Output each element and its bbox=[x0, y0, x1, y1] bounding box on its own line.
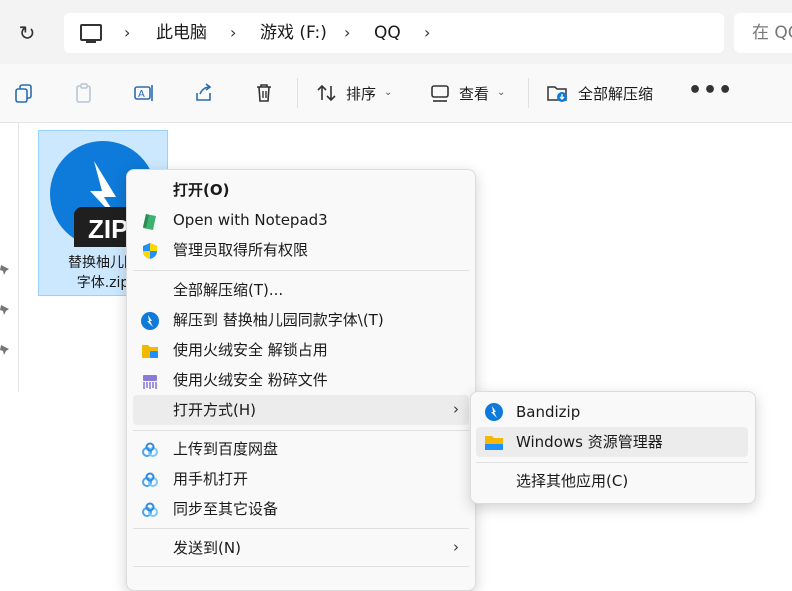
delete-icon[interactable] bbox=[253, 82, 275, 104]
menu-item-label: 同步至其它设备 bbox=[173, 500, 279, 518]
menu-item-label: 管理员取得所有权限 bbox=[173, 241, 309, 259]
extract-all-icon[interactable] bbox=[547, 82, 569, 104]
menu-item-label: 发送到(N) bbox=[173, 539, 241, 557]
chevron-down-icon[interactable]: ⌄ bbox=[384, 64, 392, 122]
menu-item-sync-devices[interactable]: 同步至其它设备 bbox=[133, 494, 469, 524]
command-bar: A 排序 ⌄ 查看 ⌄ 全部解压缩 ••• bbox=[0, 64, 792, 123]
menu-item-upload-baidu[interactable]: 上传到百度网盘 bbox=[133, 434, 469, 464]
menu-item-label: 打开(O) bbox=[173, 181, 230, 199]
breadcrumb-this-pc[interactable]: 此电脑 bbox=[156, 13, 207, 53]
menu-item-label: 上传到百度网盘 bbox=[173, 440, 279, 458]
menu-separator bbox=[133, 270, 469, 271]
chevron-right-icon[interactable]: › bbox=[230, 13, 236, 53]
bandizip-icon bbox=[485, 403, 503, 421]
submenu-item-label: Windows 资源管理器 bbox=[516, 433, 663, 451]
bandizip-icon bbox=[141, 312, 159, 330]
menu-item-extract-to-folder[interactable]: 解压到 替换柚儿园同款字体\(T) bbox=[133, 305, 469, 335]
menu-item-label: Open with Notepad3 bbox=[173, 211, 328, 229]
svg-text:A: A bbox=[138, 89, 145, 100]
pin-icon bbox=[0, 305, 9, 315]
submenu-item-label: 选择其他应用(C) bbox=[516, 472, 629, 490]
breadcrumb[interactable]: › 此电脑 › 游戏 (F:) › QQ › bbox=[64, 13, 724, 53]
menu-item-open-with[interactable]: 打开方式(H) › bbox=[133, 395, 469, 425]
submenu-item-label: Bandizip bbox=[516, 403, 581, 421]
extract-all-button[interactable]: 全部解压缩 bbox=[578, 64, 653, 122]
chevron-right-icon: › bbox=[453, 538, 459, 556]
open-with-submenu: Bandizip Windows 资源管理器 选择其他应用(C) bbox=[470, 391, 756, 504]
navigation-pane-divider bbox=[18, 122, 19, 392]
chevron-right-icon[interactable]: › bbox=[124, 13, 130, 53]
menu-item-label: 使用火绒安全 粉碎文件 bbox=[173, 371, 328, 389]
view-button[interactable]: 查看 bbox=[459, 64, 489, 122]
baidu-netdisk-icon bbox=[142, 442, 158, 457]
breadcrumb-drive[interactable]: 游戏 (F:) bbox=[260, 13, 327, 53]
uac-shield-icon bbox=[143, 243, 157, 259]
submenu-item-windows-explorer[interactable]: Windows 资源管理器 bbox=[476, 427, 748, 457]
menu-separator bbox=[133, 528, 469, 529]
address-bar: ↻ › 此电脑 › 游戏 (F:) › QQ › 在 QQ bbox=[0, 0, 792, 64]
folder-icon bbox=[485, 436, 503, 450]
menu-separator bbox=[133, 566, 469, 567]
menu-item-open[interactable]: 打开(O) bbox=[133, 175, 469, 205]
huorong-unlock-icon bbox=[142, 345, 158, 358]
menu-separator bbox=[133, 430, 469, 431]
huorong-shred-icon bbox=[143, 375, 157, 389]
rename-icon[interactable]: A bbox=[133, 82, 155, 104]
menu-item-huorong-shred[interactable]: 使用火绒安全 粉碎文件 bbox=[133, 365, 469, 395]
refresh-icon[interactable]: ↻ bbox=[14, 20, 40, 46]
baidu-netdisk-icon bbox=[142, 472, 158, 487]
menu-item-label: 用手机打开 bbox=[173, 470, 249, 488]
menu-item-open-with-notepad3[interactable]: Open with Notepad3 bbox=[133, 205, 469, 235]
menu-item-send-to[interactable]: 发送到(N) › bbox=[133, 533, 469, 563]
menu-item-open-on-phone[interactable]: 用手机打开 bbox=[133, 464, 469, 494]
context-menu: 打开(O) Open with Notepad3 管理员取得所有权限 全部解压缩… bbox=[126, 169, 476, 591]
baidu-netdisk-icon bbox=[142, 502, 158, 517]
menu-item-take-ownership[interactable]: 管理员取得所有权限 bbox=[133, 235, 469, 265]
chevron-right-icon: › bbox=[453, 400, 459, 418]
menu-item-label: 解压到 替换柚儿园同款字体\(T) bbox=[173, 311, 384, 329]
chevron-right-icon[interactable]: › bbox=[424, 13, 430, 53]
sort-button[interactable]: 排序 bbox=[346, 64, 376, 122]
menu-item-label: 打开方式(H) bbox=[173, 401, 256, 419]
menu-item-huorong-unlock[interactable]: 使用火绒安全 解锁占用 bbox=[133, 335, 469, 365]
more-options-icon[interactable]: ••• bbox=[688, 64, 733, 122]
sort-icon[interactable] bbox=[316, 82, 338, 104]
submenu-item-choose-other-app[interactable]: 选择其他应用(C) bbox=[476, 466, 748, 496]
menu-item-label: 使用火绒安全 解锁占用 bbox=[173, 341, 328, 359]
notepad3-icon bbox=[143, 214, 156, 230]
submenu-item-bandizip[interactable]: Bandizip bbox=[476, 397, 748, 427]
copy-icon[interactable] bbox=[13, 82, 35, 104]
view-icon[interactable] bbox=[430, 82, 452, 104]
toolbar-divider bbox=[528, 78, 529, 108]
this-pc-icon[interactable] bbox=[80, 24, 102, 43]
menu-item-label: 全部解压缩(T)... bbox=[173, 281, 284, 299]
paste-icon[interactable] bbox=[73, 82, 95, 104]
menu-separator bbox=[476, 462, 748, 463]
share-icon[interactable] bbox=[193, 82, 215, 104]
search-input[interactable]: 在 QQ bbox=[734, 13, 792, 53]
menu-item-extract-all[interactable]: 全部解压缩(T)... bbox=[133, 275, 469, 305]
pin-icon bbox=[0, 345, 9, 355]
chevron-down-icon[interactable]: ⌄ bbox=[497, 64, 505, 122]
chevron-right-icon[interactable]: › bbox=[344, 13, 350, 53]
pin-icon bbox=[0, 265, 9, 275]
breadcrumb-folder[interactable]: QQ bbox=[374, 13, 401, 53]
toolbar-divider bbox=[297, 78, 298, 108]
